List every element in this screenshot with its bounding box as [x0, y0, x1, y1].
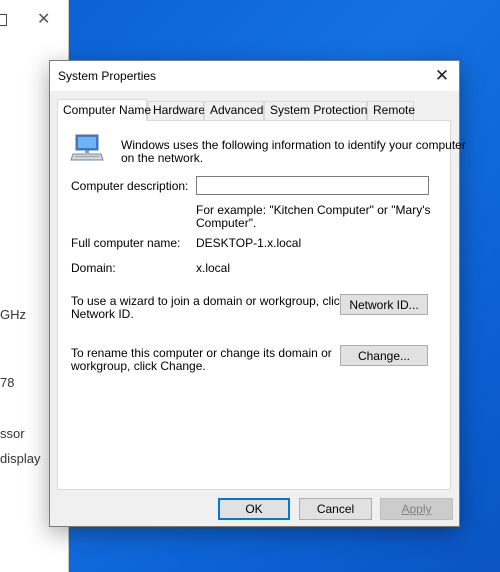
close-icon[interactable]: ✕ [37, 12, 50, 28]
computer-description-label: Computer description: [71, 179, 189, 193]
ok-button[interactable]: OK [218, 498, 290, 520]
intro-text-line1: Windows uses the following information t… [121, 138, 466, 152]
full-computer-name-label: Full computer name: [71, 236, 181, 250]
domain-value: x.local [196, 261, 231, 275]
change-button[interactable]: Change... [340, 345, 428, 366]
bg-text-display: display [0, 451, 41, 466]
wizard-text-line1: To use a wizard to join a domain or work… [71, 294, 346, 308]
computer-icon [70, 133, 104, 163]
tab-advanced[interactable]: Advanced [204, 101, 264, 120]
title-bar[interactable]: System Properties ✕ [50, 61, 459, 91]
network-id-button[interactable]: Network ID... [340, 294, 428, 315]
example-text-line1: For example: "Kitchen Computer" or "Mary… [196, 203, 431, 217]
dialog-title: System Properties [58, 69, 157, 83]
rename-text-line2: workgroup, click Change. [71, 359, 206, 373]
apply-button[interactable]: Apply [380, 498, 453, 520]
domain-label: Domain: [71, 261, 116, 275]
computer-name-page: Windows uses the following information t… [57, 120, 466, 490]
tab-system-protection[interactable]: System Protection [264, 101, 367, 120]
rename-text-line1: To rename this computer or change its do… [71, 346, 332, 360]
bg-text-ghz: GHz [0, 307, 26, 322]
example-text-line2: Computer". [196, 216, 257, 230]
computer-description-input[interactable] [196, 176, 429, 195]
tab-remote[interactable]: Remote [367, 101, 415, 120]
close-icon[interactable]: ✕ [425, 61, 459, 91]
full-computer-name-value: DESKTOP-1.x.local [196, 236, 302, 250]
wizard-text-line2: Network ID. [71, 307, 134, 321]
bg-text-78: 78 [0, 375, 15, 390]
cancel-button[interactable]: Cancel [299, 498, 372, 520]
tab-computer-name[interactable]: Computer Name [57, 99, 151, 121]
restore-icon[interactable] [0, 14, 7, 26]
bg-text-processor: ssor [0, 426, 25, 441]
system-properties-dialog: System Properties ✕ Computer Name Hardwa… [49, 60, 466, 527]
tab-hardware[interactable]: Hardware [147, 101, 205, 120]
intro-text-line2: on the network. [121, 151, 204, 165]
